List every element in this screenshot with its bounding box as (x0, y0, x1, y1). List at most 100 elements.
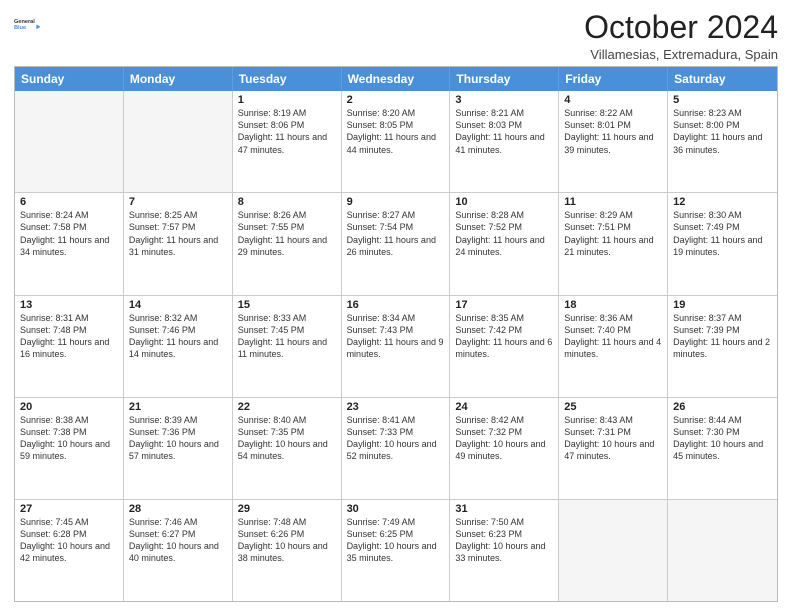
cal-cell-3-6: 26Sunrise: 8:44 AMSunset: 7:30 PMDayligh… (668, 398, 777, 499)
page: GeneralBlue October 2024 Villamesias, Ex… (0, 0, 792, 612)
cell-info: Sunrise: 8:42 AMSunset: 7:32 PMDaylight:… (455, 414, 553, 463)
day-number: 12 (673, 196, 772, 208)
day-number: 23 (347, 401, 445, 413)
cell-info: Sunrise: 8:32 AMSunset: 7:46 PMDaylight:… (129, 312, 227, 361)
day-number: 24 (455, 401, 553, 413)
day-number: 10 (455, 196, 553, 208)
cell-info: Sunrise: 8:22 AMSunset: 8:01 PMDaylight:… (564, 107, 662, 156)
day-number: 26 (673, 401, 772, 413)
cal-cell-2-6: 19Sunrise: 8:37 AMSunset: 7:39 PMDayligh… (668, 296, 777, 397)
cal-cell-4-3: 30Sunrise: 7:49 AMSunset: 6:25 PMDayligh… (342, 500, 451, 601)
cal-cell-2-2: 15Sunrise: 8:33 AMSunset: 7:45 PMDayligh… (233, 296, 342, 397)
cal-cell-0-4: 3Sunrise: 8:21 AMSunset: 8:03 PMDaylight… (450, 91, 559, 192)
day-number: 30 (347, 503, 445, 515)
cell-info: Sunrise: 8:23 AMSunset: 8:00 PMDaylight:… (673, 107, 772, 156)
cal-cell-3-0: 20Sunrise: 8:38 AMSunset: 7:38 PMDayligh… (15, 398, 124, 499)
calendar-row-0: 1Sunrise: 8:19 AMSunset: 8:06 PMDaylight… (15, 91, 777, 192)
cal-cell-4-0: 27Sunrise: 7:45 AMSunset: 6:28 PMDayligh… (15, 500, 124, 601)
header-thursday: Thursday (450, 67, 559, 91)
day-number: 14 (129, 299, 227, 311)
day-number: 28 (129, 503, 227, 515)
cell-info: Sunrise: 8:28 AMSunset: 7:52 PMDaylight:… (455, 209, 553, 258)
cal-cell-2-0: 13Sunrise: 8:31 AMSunset: 7:48 PMDayligh… (15, 296, 124, 397)
cell-info: Sunrise: 8:21 AMSunset: 8:03 PMDaylight:… (455, 107, 553, 156)
cal-cell-1-0: 6Sunrise: 8:24 AMSunset: 7:58 PMDaylight… (15, 193, 124, 294)
cell-info: Sunrise: 8:31 AMSunset: 7:48 PMDaylight:… (20, 312, 118, 361)
day-number: 2 (347, 94, 445, 106)
day-number: 5 (673, 94, 772, 106)
cal-cell-0-5: 4Sunrise: 8:22 AMSunset: 8:01 PMDaylight… (559, 91, 668, 192)
calendar: Sunday Monday Tuesday Wednesday Thursday… (14, 66, 778, 602)
day-number: 31 (455, 503, 553, 515)
day-number: 27 (20, 503, 118, 515)
day-number: 9 (347, 196, 445, 208)
cal-cell-2-4: 17Sunrise: 8:35 AMSunset: 7:42 PMDayligh… (450, 296, 559, 397)
day-number: 16 (347, 299, 445, 311)
header-monday: Monday (124, 67, 233, 91)
day-number: 19 (673, 299, 772, 311)
day-number: 13 (20, 299, 118, 311)
day-number: 7 (129, 196, 227, 208)
calendar-body: 1Sunrise: 8:19 AMSunset: 8:06 PMDaylight… (15, 91, 777, 601)
day-number: 8 (238, 196, 336, 208)
day-number: 4 (564, 94, 662, 106)
logo: GeneralBlue (14, 10, 42, 38)
header-tuesday: Tuesday (233, 67, 342, 91)
cell-info: Sunrise: 8:29 AMSunset: 7:51 PMDaylight:… (564, 209, 662, 258)
day-number: 22 (238, 401, 336, 413)
day-number: 20 (20, 401, 118, 413)
month-title: October 2024 (584, 10, 778, 45)
cal-cell-4-1: 28Sunrise: 7:46 AMSunset: 6:27 PMDayligh… (124, 500, 233, 601)
cal-cell-3-2: 22Sunrise: 8:40 AMSunset: 7:35 PMDayligh… (233, 398, 342, 499)
cell-info: Sunrise: 8:24 AMSunset: 7:58 PMDaylight:… (20, 209, 118, 258)
cal-cell-1-3: 9Sunrise: 8:27 AMSunset: 7:54 PMDaylight… (342, 193, 451, 294)
cal-cell-3-1: 21Sunrise: 8:39 AMSunset: 7:36 PMDayligh… (124, 398, 233, 499)
cell-info: Sunrise: 8:43 AMSunset: 7:31 PMDaylight:… (564, 414, 662, 463)
cal-cell-0-0 (15, 91, 124, 192)
cal-cell-4-5 (559, 500, 668, 601)
calendar-row-2: 13Sunrise: 8:31 AMSunset: 7:48 PMDayligh… (15, 295, 777, 397)
cal-cell-0-1 (124, 91, 233, 192)
cell-info: Sunrise: 8:30 AMSunset: 7:49 PMDaylight:… (673, 209, 772, 258)
cal-cell-3-4: 24Sunrise: 8:42 AMSunset: 7:32 PMDayligh… (450, 398, 559, 499)
cal-cell-4-4: 31Sunrise: 7:50 AMSunset: 6:23 PMDayligh… (450, 500, 559, 601)
cell-info: Sunrise: 8:40 AMSunset: 7:35 PMDaylight:… (238, 414, 336, 463)
svg-text:Blue: Blue (14, 25, 26, 31)
cal-cell-3-5: 25Sunrise: 8:43 AMSunset: 7:31 PMDayligh… (559, 398, 668, 499)
cal-cell-1-6: 12Sunrise: 8:30 AMSunset: 7:49 PMDayligh… (668, 193, 777, 294)
cal-cell-0-6: 5Sunrise: 8:23 AMSunset: 8:00 PMDaylight… (668, 91, 777, 192)
day-number: 18 (564, 299, 662, 311)
cal-cell-2-1: 14Sunrise: 8:32 AMSunset: 7:46 PMDayligh… (124, 296, 233, 397)
cell-info: Sunrise: 8:35 AMSunset: 7:42 PMDaylight:… (455, 312, 553, 361)
day-number: 25 (564, 401, 662, 413)
cal-cell-2-5: 18Sunrise: 8:36 AMSunset: 7:40 PMDayligh… (559, 296, 668, 397)
location: Villamesias, Extremadura, Spain (584, 47, 778, 62)
cell-info: Sunrise: 7:45 AMSunset: 6:28 PMDaylight:… (20, 516, 118, 565)
day-number: 3 (455, 94, 553, 106)
day-number: 17 (455, 299, 553, 311)
header-wednesday: Wednesday (342, 67, 451, 91)
calendar-row-3: 20Sunrise: 8:38 AMSunset: 7:38 PMDayligh… (15, 397, 777, 499)
cal-cell-4-2: 29Sunrise: 7:48 AMSunset: 6:26 PMDayligh… (233, 500, 342, 601)
header: GeneralBlue October 2024 Villamesias, Ex… (14, 10, 778, 62)
cal-cell-4-6 (668, 500, 777, 601)
calendar-row-1: 6Sunrise: 8:24 AMSunset: 7:58 PMDaylight… (15, 192, 777, 294)
cell-info: Sunrise: 8:25 AMSunset: 7:57 PMDaylight:… (129, 209, 227, 258)
cell-info: Sunrise: 8:19 AMSunset: 8:06 PMDaylight:… (238, 107, 336, 156)
cell-info: Sunrise: 8:26 AMSunset: 7:55 PMDaylight:… (238, 209, 336, 258)
cell-info: Sunrise: 7:48 AMSunset: 6:26 PMDaylight:… (238, 516, 336, 565)
cal-cell-2-3: 16Sunrise: 8:34 AMSunset: 7:43 PMDayligh… (342, 296, 451, 397)
cal-cell-1-1: 7Sunrise: 8:25 AMSunset: 7:57 PMDaylight… (124, 193, 233, 294)
day-number: 21 (129, 401, 227, 413)
day-number: 1 (238, 94, 336, 106)
svg-text:General: General (14, 19, 35, 25)
day-number: 15 (238, 299, 336, 311)
cal-cell-1-4: 10Sunrise: 8:28 AMSunset: 7:52 PMDayligh… (450, 193, 559, 294)
cell-info: Sunrise: 8:44 AMSunset: 7:30 PMDaylight:… (673, 414, 772, 463)
cell-info: Sunrise: 8:33 AMSunset: 7:45 PMDaylight:… (238, 312, 336, 361)
cell-info: Sunrise: 8:39 AMSunset: 7:36 PMDaylight:… (129, 414, 227, 463)
cell-info: Sunrise: 7:49 AMSunset: 6:25 PMDaylight:… (347, 516, 445, 565)
day-number: 6 (20, 196, 118, 208)
cal-cell-1-2: 8Sunrise: 8:26 AMSunset: 7:55 PMDaylight… (233, 193, 342, 294)
cell-info: Sunrise: 8:41 AMSunset: 7:33 PMDaylight:… (347, 414, 445, 463)
